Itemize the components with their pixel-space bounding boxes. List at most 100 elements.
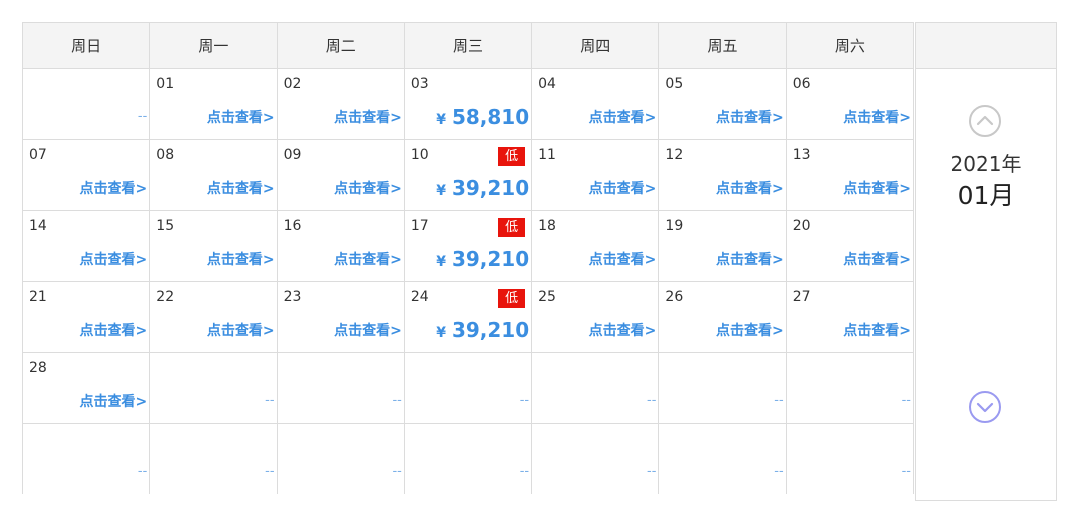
view-details-link[interactable]: 点击查看> xyxy=(589,249,657,269)
view-details-link[interactable]: 点击查看> xyxy=(207,320,275,340)
calendar-day-cell[interactable]: 05 点击查看> xyxy=(658,68,787,140)
calendar-day-cell[interactable]: 07 点击查看> xyxy=(21,139,151,211)
calendar-day-cell[interactable]: 27 点击查看> xyxy=(785,281,915,353)
weekday-sun: 周日 xyxy=(21,22,151,69)
calendar-day-cell[interactable]: 03 ¥58,810 xyxy=(403,68,533,140)
view-details-link[interactable]: 点击查看> xyxy=(589,320,657,340)
price-value: 39,210 xyxy=(451,318,530,342)
day-number: 17 xyxy=(410,218,429,234)
day-number: 14 xyxy=(29,218,47,234)
no-data-placeholder: -- xyxy=(647,393,657,408)
view-details-link[interactable]: 点击查看> xyxy=(716,107,784,127)
low-price-badge: 低 xyxy=(498,218,526,237)
view-details-link[interactable]: 点击查看> xyxy=(589,178,657,198)
view-details-link[interactable]: 点击查看> xyxy=(207,107,275,127)
view-details-link[interactable]: 点击查看> xyxy=(716,178,784,198)
view-details-link[interactable]: 点击查看> xyxy=(334,107,402,127)
day-price[interactable]: ¥58,810 xyxy=(436,105,529,129)
currency-symbol: ¥ xyxy=(436,325,446,341)
month-navigator-header xyxy=(916,23,1056,69)
calendar-day-cell[interactable]: 26 点击查看> xyxy=(658,281,787,353)
day-number: 15 xyxy=(156,218,175,234)
no-data-placeholder: -- xyxy=(519,393,530,408)
weekday-wed: 周三 xyxy=(403,22,533,69)
view-details-link[interactable]: 点击查看> xyxy=(843,320,911,340)
calendar-day-cell[interactable]: 11 点击查看> xyxy=(531,139,660,211)
calendar-day-cell[interactable]: 09 点击查看> xyxy=(276,139,405,211)
chevron-up-icon xyxy=(969,105,1001,137)
calendar-day-cell[interactable]: 19 点击查看> xyxy=(658,210,787,282)
view-details-link[interactable]: 点击查看> xyxy=(207,249,275,269)
view-details-link[interactable]: 点击查看> xyxy=(80,249,148,269)
view-details-link[interactable]: 点击查看> xyxy=(334,178,402,198)
day-number: 07 xyxy=(29,147,47,163)
day-number: 02 xyxy=(283,76,302,92)
view-details-link[interactable]: 点击查看> xyxy=(334,249,402,269)
no-data-placeholder: -- xyxy=(519,464,530,479)
day-number: 04 xyxy=(538,76,556,92)
calendar-day-cell[interactable]: 10 低 ¥39,210 xyxy=(403,139,533,211)
view-details-link[interactable]: 点击查看> xyxy=(716,320,784,340)
day-number: 06 xyxy=(792,76,811,92)
view-details-link[interactable]: 点击查看> xyxy=(80,391,148,411)
view-details-link[interactable]: 点击查看> xyxy=(843,249,911,269)
day-number: 27 xyxy=(792,289,811,305)
calendar-day-cell[interactable]: 04 点击查看> xyxy=(531,68,660,140)
calendar-day-cell[interactable]: 22 点击查看> xyxy=(149,281,278,353)
calendar-day-cell[interactable]: 15 点击查看> xyxy=(149,210,278,282)
prev-month-button[interactable] xyxy=(967,103,1003,143)
calendar-day-cell[interactable]: 08 点击查看> xyxy=(149,139,278,211)
next-month-button[interactable] xyxy=(967,389,1003,429)
calendar-container: 周日 周一 周二 周三 周四 周五 周六 -- 01 点击查看> 02 点击查看> 03 ¥… xyxy=(21,22,915,494)
price-value: 58,810 xyxy=(451,105,530,129)
view-details-link[interactable]: 点击查看> xyxy=(80,320,148,340)
calendar-day-cell: -- xyxy=(403,423,533,494)
day-number: 28 xyxy=(29,360,47,376)
calendar-day-cell[interactable]: 02 点击查看> xyxy=(276,68,405,140)
day-number: 25 xyxy=(538,289,556,305)
calendar-day-cell[interactable]: 20 点击查看> xyxy=(785,210,915,282)
no-data-placeholder: -- xyxy=(392,464,402,479)
calendar-day-cell: -- xyxy=(276,352,405,424)
view-details-link[interactable]: 点击查看> xyxy=(80,178,148,198)
calendar-day-cell[interactable]: 18 点击查看> xyxy=(531,210,660,282)
calendar-day-cell[interactable]: 01 点击查看> xyxy=(149,68,278,140)
view-details-link[interactable]: 点击查看> xyxy=(843,178,911,198)
weekday-fri: 周五 xyxy=(658,22,787,69)
calendar-day-cell: -- xyxy=(403,352,533,424)
no-data-placeholder: -- xyxy=(392,393,402,408)
day-price[interactable]: ¥39,210 xyxy=(436,176,529,200)
day-price[interactable]: ¥39,210 xyxy=(436,247,529,271)
no-data-placeholder: -- xyxy=(774,393,784,408)
calendar-day-cell[interactable]: 16 点击查看> xyxy=(276,210,405,282)
view-details-link[interactable]: 点击查看> xyxy=(207,178,275,198)
weekday-sat: 周六 xyxy=(785,22,915,69)
calendar-day-cell: -- xyxy=(149,423,278,494)
calendar-week-row: -- -- -- -- -- -- -- xyxy=(21,423,915,494)
view-details-link[interactable]: 点击查看> xyxy=(334,320,402,340)
calendar-grid: 周日 周一 周二 周三 周四 周五 周六 -- 01 点击查看> 02 点击查看> 03 ¥… xyxy=(21,22,915,494)
calendar-day-cell[interactable]: 23 点击查看> xyxy=(276,281,405,353)
current-year: 2021年 xyxy=(950,152,1022,176)
view-details-link[interactable]: 点击查看> xyxy=(843,107,911,127)
day-number: 08 xyxy=(156,147,175,163)
calendar-day-cell[interactable]: 13 点击查看> xyxy=(785,139,915,211)
calendar-day-cell[interactable]: 17 低 ¥39,210 xyxy=(403,210,533,282)
calendar-day-cell: -- xyxy=(531,423,660,494)
day-number: 18 xyxy=(538,218,556,234)
price-value: 39,210 xyxy=(451,176,530,200)
calendar-day-cell[interactable]: 12 点击查看> xyxy=(658,139,787,211)
calendar-day-cell[interactable]: 24 低 ¥39,210 xyxy=(403,281,533,353)
view-details-link[interactable]: 点击查看> xyxy=(589,107,657,127)
day-number: 24 xyxy=(410,289,429,305)
low-price-badge: 低 xyxy=(498,289,526,308)
day-number: 13 xyxy=(792,147,811,163)
calendar-day-cell[interactable]: 28 点击查看> xyxy=(21,352,151,424)
calendar-day-cell[interactable]: 14 点击查看> xyxy=(21,210,151,282)
calendar-day-cell[interactable]: 06 点击查看> xyxy=(785,68,915,140)
month-navigator: 2021年 01月 xyxy=(915,22,1057,501)
calendar-day-cell[interactable]: 21 点击查看> xyxy=(21,281,151,353)
calendar-day-cell[interactable]: 25 点击查看> xyxy=(531,281,660,353)
day-price[interactable]: ¥39,210 xyxy=(436,318,529,342)
view-details-link[interactable]: 点击查看> xyxy=(716,249,784,269)
